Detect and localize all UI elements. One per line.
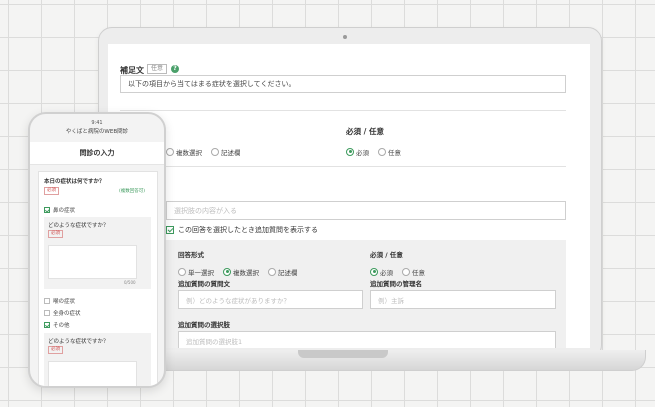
list-item[interactable]: 鼻の症状 bbox=[44, 206, 75, 214]
radio-required[interactable] bbox=[346, 147, 354, 156]
radio-optional-label: 任意 bbox=[412, 268, 425, 277]
radio-single-label: 単一選択 bbox=[188, 268, 214, 277]
followup-textarea-2[interactable] bbox=[48, 361, 137, 386]
choices-label: 追加質問の選択肢 bbox=[178, 321, 230, 329]
radio-required-label: 必須 bbox=[356, 148, 369, 157]
item-checkbox[interactable] bbox=[44, 322, 50, 328]
radio-freetext-label: 記述欄 bbox=[278, 268, 298, 277]
radio-multiple-label: 複数選択 bbox=[176, 148, 202, 157]
question-text-label: 追加質問の質問文 bbox=[178, 280, 230, 288]
optional-tag: 任意 bbox=[147, 63, 168, 74]
radio-multiple[interactable] bbox=[223, 267, 231, 276]
followup-textarea[interactable] bbox=[48, 245, 137, 279]
followup-required-badge-2: 必須 bbox=[48, 346, 63, 354]
radio-required[interactable] bbox=[370, 267, 378, 276]
panel-required-label: 必須 / 任意 bbox=[370, 251, 403, 259]
required-label: 必須 / 任意 bbox=[346, 127, 384, 136]
list-item[interactable]: 全身の症状 bbox=[44, 309, 81, 317]
char-count: 0/500 bbox=[124, 280, 136, 285]
question-card: 本日の症状は何ですか？ 必須 (複数回答可) 鼻の症状 どのような症状ですか？ … bbox=[38, 171, 158, 386]
followup-required-badge: 必須 bbox=[48, 230, 63, 238]
laptop-camera bbox=[343, 35, 347, 39]
radio-freetext-label: 記述欄 bbox=[221, 148, 241, 157]
radio-freetext[interactable] bbox=[268, 267, 276, 276]
help-icon[interactable]: ? bbox=[171, 64, 180, 73]
show-followup-checkbox[interactable] bbox=[166, 226, 174, 234]
phone-frame: 9:41 やくばと病院のWEB問診 問診の入力 本日の症状は何ですか？ 必須 (… bbox=[28, 112, 166, 388]
followup-question-2: どのような症状ですか？ bbox=[48, 339, 109, 345]
choice-input[interactable]: 選択肢の内容が入る bbox=[166, 201, 566, 220]
followup-panel: 回答形式 単一選択 複数選択 記述欄 必須 / 任意 必須 任意 追加質問の質問文 例… bbox=[166, 240, 566, 348]
laptop-screen: 補足文 任意? 以下の項目から当てはまる症状を選択してください。 複数選択 記述欄 … bbox=[108, 44, 590, 348]
followup-box: どのような症状ですか？ 必須 0/500 bbox=[44, 217, 151, 289]
radio-optional-label: 任意 bbox=[388, 148, 401, 157]
radio-freetext[interactable] bbox=[211, 147, 219, 156]
item-checkbox[interactable] bbox=[44, 298, 50, 304]
admin-name-label: 追加質問の管理名 bbox=[370, 280, 422, 288]
question-text-input[interactable]: 例）どのような症状がありますか？ bbox=[178, 290, 363, 309]
answer-format-radios: 複数選択 記述欄 bbox=[166, 141, 250, 160]
radio-single[interactable] bbox=[178, 267, 186, 276]
followup-question: どのような症状ですか？ bbox=[48, 223, 109, 229]
multi-answer-badge: (複数回答可) bbox=[119, 189, 146, 194]
item-label: 全身の症状 bbox=[53, 311, 81, 317]
admin-name-input[interactable]: 例）主訴 bbox=[370, 290, 556, 309]
list-item[interactable]: その他 bbox=[44, 321, 70, 329]
item-label: その他 bbox=[53, 323, 70, 329]
item-label: 喉の症状 bbox=[53, 299, 76, 305]
divider bbox=[120, 110, 566, 111]
radio-optional[interactable] bbox=[402, 267, 410, 276]
supplement-input[interactable]: 以下の項目から当てはまる症状を選択してください。 bbox=[120, 75, 566, 93]
status-time: 9:41 bbox=[91, 120, 103, 126]
site-name: やくばと病院のWEB問診 bbox=[65, 129, 129, 135]
question-title: 本日の症状は何ですか？ bbox=[44, 179, 105, 185]
required-radios: 必須 任意 bbox=[346, 141, 410, 160]
supplement-label: 補足文 bbox=[120, 66, 144, 75]
item-checkbox[interactable] bbox=[44, 310, 50, 316]
page-title: 問診の入力 bbox=[30, 142, 164, 165]
show-followup-label: この回答を選択したとき追加質問を表示する bbox=[178, 226, 318, 234]
laptop-notch bbox=[298, 350, 388, 358]
show-followup-row[interactable]: この回答を選択したとき追加質問を表示する bbox=[166, 225, 318, 235]
item-label: 鼻の症状 bbox=[53, 208, 76, 214]
radio-multiple-label: 複数選択 bbox=[233, 268, 259, 277]
required-badge: 必須 bbox=[44, 187, 59, 195]
radio-optional[interactable] bbox=[378, 147, 386, 156]
choices-input[interactable]: 追加質問の選択肢1 bbox=[178, 331, 556, 348]
list-item[interactable]: 喉の症状 bbox=[44, 297, 75, 305]
followup-box-2: どのような症状ですか？ 必須 bbox=[44, 333, 151, 386]
divider bbox=[166, 166, 566, 167]
radio-multiple[interactable] bbox=[166, 147, 174, 156]
radio-required-label: 必須 bbox=[380, 268, 393, 277]
item-checkbox[interactable] bbox=[44, 207, 50, 213]
panel-answer-format-label: 回答形式 bbox=[178, 251, 204, 259]
